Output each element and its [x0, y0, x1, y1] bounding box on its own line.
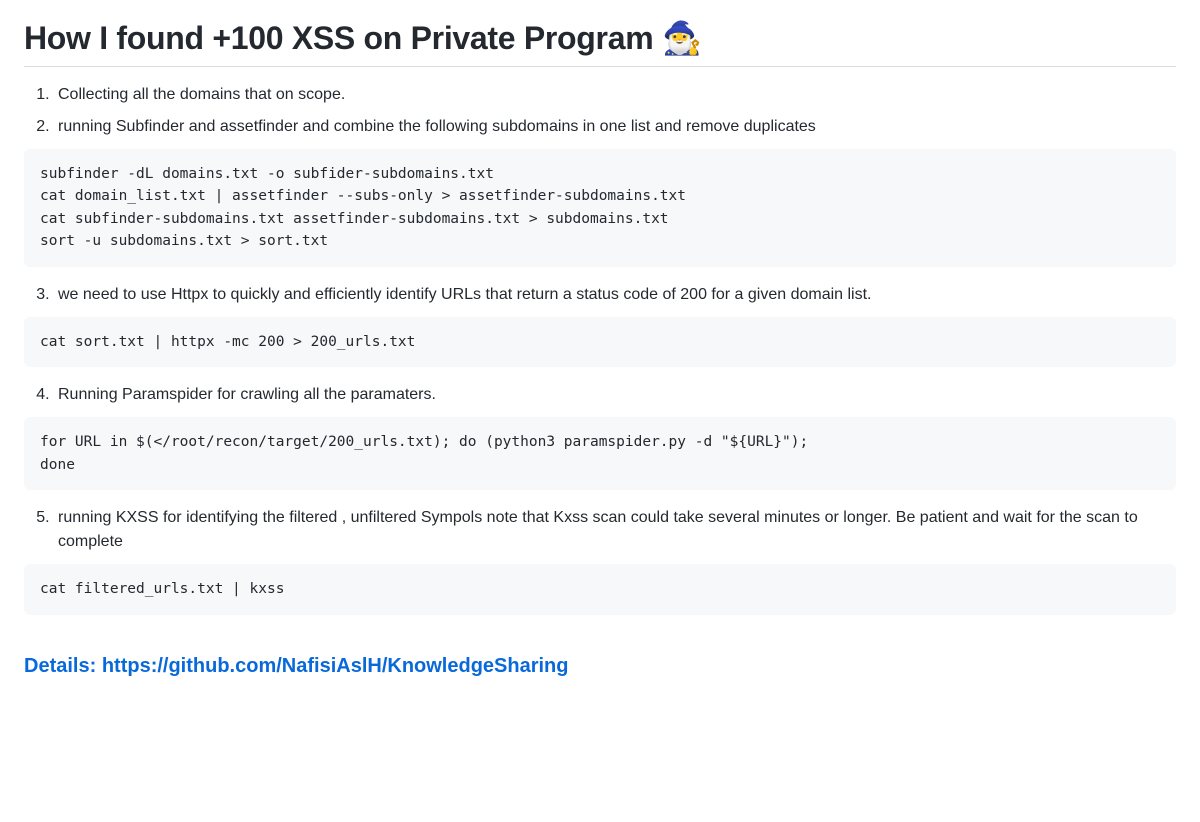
page-title: How I found +100 XSS on Private Program …: [24, 18, 1176, 67]
details-label: Details:: [24, 655, 102, 677]
code-block-1: subfinder -dL domains.txt -o subfider-su…: [24, 149, 1176, 267]
steps-list-b: we need to use Httpx to quickly and effi…: [24, 283, 1176, 307]
steps-list-a: Collecting all the domains that on scope…: [24, 83, 1176, 139]
step-item: running KXSS for identifying the filtere…: [54, 506, 1176, 554]
step-item: we need to use Httpx to quickly and effi…: [54, 283, 1176, 307]
step-item: Collecting all the domains that on scope…: [54, 83, 1176, 107]
step-item: running Subfinder and assetfinder and co…: [54, 115, 1176, 139]
steps-list-d: running KXSS for identifying the filtere…: [24, 506, 1176, 554]
code-block-3: for URL in $(</root/recon/target/200_url…: [24, 417, 1176, 490]
code-block-2: cat sort.txt | httpx -mc 200 > 200_urls.…: [24, 317, 1176, 367]
step-item: Running Paramspider for crawling all the…: [54, 383, 1176, 407]
code-block-4: cat filtered_urls.txt | kxss: [24, 564, 1176, 614]
details-line: Details: https://github.com/NafisiAslH/K…: [24, 651, 1176, 681]
details-link[interactable]: https://github.com/NafisiAslH/KnowledgeS…: [102, 655, 569, 677]
steps-list-c: Running Paramspider for crawling all the…: [24, 383, 1176, 407]
